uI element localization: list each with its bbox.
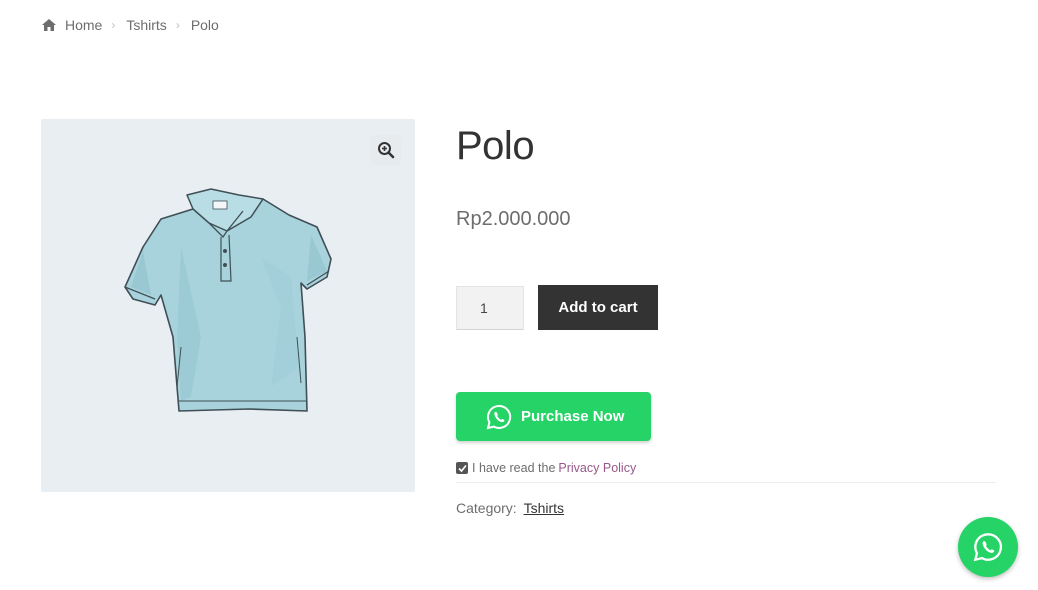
category-link[interactable]: Tshirts <box>524 500 564 516</box>
product-meta: Category: Tshirts <box>456 500 564 516</box>
breadcrumb-current: Polo <box>190 17 219 33</box>
add-to-cart-form: Add to cart <box>456 285 658 330</box>
privacy-policy-consent: I have read the Privacy Policy <box>456 461 636 475</box>
quantity-input[interactable] <box>456 285 524 330</box>
whatsapp-float-button[interactable] <box>958 517 1018 577</box>
breadcrumb-category-link[interactable]: Tshirts <box>126 17 166 33</box>
category-label: Category: <box>456 500 517 516</box>
whatsapp-icon <box>973 533 1003 562</box>
breadcrumb-home-link[interactable]: Home <box>65 17 102 33</box>
privacy-checkbox[interactable] <box>456 462 468 474</box>
add-to-cart-button[interactable]: Add to cart <box>538 285 658 330</box>
breadcrumb-separator: › <box>111 18 116 32</box>
product-summary: Polo Rp2.000.000 Add to cart Purchase No… <box>456 119 996 516</box>
product-title: Polo <box>456 124 535 168</box>
whatsapp-icon <box>486 404 512 429</box>
home-icon <box>42 19 56 31</box>
purchase-now-label: Purchase Now <box>521 408 625 425</box>
privacy-consent-text: I have read the <box>472 461 556 475</box>
purchase-now-button[interactable]: Purchase Now <box>456 392 651 441</box>
checkmark-icon <box>457 464 467 472</box>
privacy-policy-link[interactable]: Privacy Policy <box>558 461 636 475</box>
zoom-button[interactable] <box>371 135 401 165</box>
divider <box>456 482 996 483</box>
product-gallery[interactable] <box>41 119 415 492</box>
breadcrumb: Home › Tshirts › Polo <box>41 17 219 33</box>
zoom-in-icon <box>378 142 395 159</box>
product-image <box>124 188 332 412</box>
breadcrumb-separator: › <box>175 18 180 32</box>
product-price: Rp2.000.000 <box>456 208 571 230</box>
